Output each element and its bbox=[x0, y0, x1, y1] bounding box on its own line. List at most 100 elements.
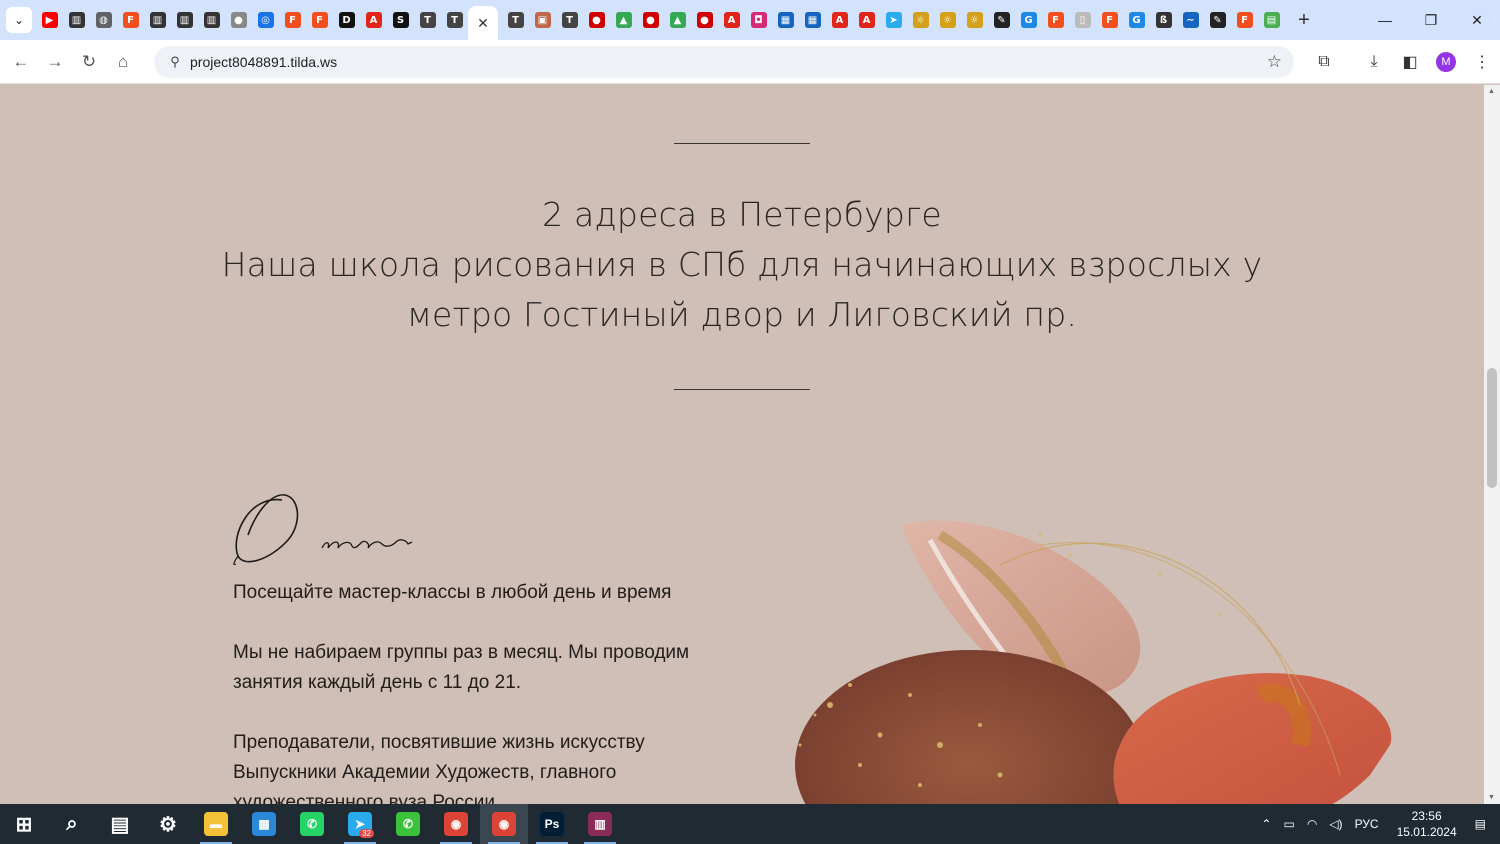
volume-icon[interactable]: ◁) bbox=[1323, 817, 1348, 831]
taskbar-app[interactable]: ▦ bbox=[240, 804, 288, 844]
download-icon[interactable]: ⤓ bbox=[1356, 44, 1392, 80]
browser-tab[interactable]: ✎ bbox=[1204, 4, 1231, 36]
taskbar-app[interactable]: ⚙ bbox=[144, 804, 192, 844]
address-bar[interactable]: ⚲ project8048891.tilda.ws ☆ bbox=[154, 46, 1294, 78]
taskbar-app[interactable]: ✆ bbox=[288, 804, 336, 844]
browser-tab[interactable]: ● bbox=[691, 4, 718, 36]
browser-tab[interactable]: A bbox=[718, 4, 745, 36]
about-paragraph-3: Преподаватели, посвятившие жизнь искусст… bbox=[233, 732, 645, 804]
menu-kebab-icon[interactable]: ⋮ bbox=[1464, 44, 1500, 80]
browser-tab[interactable]: ➤ bbox=[880, 4, 907, 36]
taskbar-app[interactable]: ➤ 32 bbox=[336, 804, 384, 844]
browser-tab[interactable]: S bbox=[387, 4, 414, 36]
language-indicator[interactable]: РУС bbox=[1349, 817, 1385, 831]
browser-tab[interactable]: ◎ bbox=[252, 4, 279, 36]
browser-tab[interactable]: T bbox=[502, 4, 529, 36]
profile-button[interactable]: M bbox=[1428, 44, 1464, 80]
browser-tab[interactable]: F bbox=[117, 4, 144, 36]
tray-overflow-icon[interactable]: ⌃ bbox=[1255, 817, 1277, 831]
browser-tab[interactable]: ▥ bbox=[198, 4, 225, 36]
taskbar-app[interactable]: ✆ bbox=[384, 804, 432, 844]
scroll-down-arrow[interactable]: ▼ bbox=[1488, 794, 1495, 801]
headline-line-1: 2 адреса в Петербурге bbox=[542, 195, 942, 234]
browser-tab[interactable]: T bbox=[441, 4, 468, 36]
active-tab[interactable]: ✕ bbox=[468, 6, 498, 40]
browser-tab[interactable]: ▣ bbox=[529, 4, 556, 36]
browser-tab[interactable]: ß bbox=[1150, 4, 1177, 36]
reload-button[interactable]: ↻ bbox=[72, 45, 106, 79]
tab-search-button[interactable]: ⌄ bbox=[6, 7, 32, 33]
back-button[interactable]: ← bbox=[4, 45, 38, 79]
browser-tab[interactable]: ✎ bbox=[988, 4, 1015, 36]
close-window-button[interactable]: ✕ bbox=[1454, 0, 1500, 40]
browser-tab[interactable]: ● bbox=[225, 4, 252, 36]
browser-tab[interactable]: T bbox=[414, 4, 441, 36]
window-controls: — ❐ ✕ bbox=[1362, 0, 1500, 40]
battery-icon[interactable]: ▭ bbox=[1278, 817, 1301, 831]
browser-tab[interactable]: ◍ bbox=[90, 4, 117, 36]
restore-button[interactable]: ❐ bbox=[1408, 0, 1454, 40]
site-info-icon[interactable]: ⚲ bbox=[160, 54, 190, 70]
bookmark-star-icon[interactable]: ☆ bbox=[1267, 52, 1282, 72]
browser-tab[interactable]: G bbox=[1015, 4, 1042, 36]
headline: 2 адреса в Петербурге Наша школа рисован… bbox=[180, 190, 1304, 340]
browser-tab[interactable]: ● bbox=[583, 4, 610, 36]
browser-tab[interactable]: ▲ bbox=[664, 4, 691, 36]
clock[interactable]: 23:56 15.01.2024 bbox=[1385, 808, 1469, 840]
browser-tab[interactable]: ☼ bbox=[907, 4, 934, 36]
browser-tab[interactable]: ▦ bbox=[799, 4, 826, 36]
scroll-thumb[interactable] bbox=[1487, 368, 1497, 488]
taskbar-app[interactable]: ⌕ bbox=[48, 804, 96, 844]
browser-tab[interactable]: ∼ bbox=[1177, 4, 1204, 36]
chevron-down-icon: ⌄ bbox=[13, 13, 25, 27]
browser-tab[interactable]: F bbox=[1042, 4, 1069, 36]
browser-tab[interactable]: ☼ bbox=[961, 4, 988, 36]
taskbar-app[interactable]: ◉ bbox=[432, 804, 480, 844]
browser-tab[interactable]: ▲ bbox=[610, 4, 637, 36]
taskbar-app[interactable]: ◉ bbox=[480, 804, 528, 844]
record-icon: ● bbox=[696, 12, 713, 28]
extensions-icon[interactable]: ⧉ bbox=[1306, 44, 1342, 80]
browser-tab[interactable]: ◘ bbox=[745, 4, 772, 36]
browser-tab[interactable]: F bbox=[1231, 4, 1258, 36]
browser-tab[interactable]: ▥ bbox=[63, 4, 90, 36]
taskbar-app[interactable]: ▤ bbox=[96, 804, 144, 844]
browser-tab[interactable]: ▯ bbox=[1069, 4, 1096, 36]
browser-tab[interactable]: A bbox=[853, 4, 880, 36]
figma-icon: F bbox=[311, 12, 328, 28]
browser-tab[interactable]: D bbox=[333, 4, 360, 36]
minimize-button[interactable]: — bbox=[1362, 0, 1408, 40]
wifi-icon[interactable]: ◠ bbox=[1301, 817, 1323, 831]
scroll-up-arrow[interactable]: ▲ bbox=[1488, 88, 1495, 95]
home-button[interactable]: ⌂ bbox=[106, 45, 140, 79]
browser-tab[interactable]: ▦ bbox=[772, 4, 799, 36]
taskbar-app[interactable]: ⊞ bbox=[0, 804, 48, 844]
browser-tab[interactable]: ● bbox=[637, 4, 664, 36]
taskbar-app[interactable]: ▬ bbox=[192, 804, 240, 844]
browser-tab[interactable]: T bbox=[556, 4, 583, 36]
browser-tab[interactable]: F bbox=[1096, 4, 1123, 36]
new-tab-button[interactable]: + bbox=[1291, 7, 1317, 33]
notifications-icon[interactable]: ▤ bbox=[1469, 817, 1500, 831]
close-icon[interactable]: ✕ bbox=[477, 15, 489, 32]
browser-tab[interactable]: ▤ bbox=[1258, 4, 1285, 36]
forward-button[interactable]: → bbox=[38, 45, 72, 79]
browser-tab[interactable]: ☼ bbox=[934, 4, 961, 36]
browser-tab[interactable]: ▥ bbox=[144, 4, 171, 36]
browser-tab[interactable]: ▶ bbox=[36, 4, 63, 36]
page-scrollbar[interactable]: ▲ ▼ bbox=[1484, 85, 1500, 804]
browser-tab[interactable]: A bbox=[360, 4, 387, 36]
g-icon: G bbox=[1020, 12, 1037, 28]
figma-icon: F bbox=[1236, 12, 1253, 28]
browser-tab[interactable]: ▥ bbox=[171, 4, 198, 36]
side-panel-icon[interactable]: ◧ bbox=[1392, 44, 1428, 80]
url-text[interactable]: project8048891.tilda.ws bbox=[190, 54, 337, 70]
browser-tab[interactable]: A bbox=[826, 4, 853, 36]
browser-tab[interactable]: F bbox=[279, 4, 306, 36]
taskbar-app[interactable]: Ps bbox=[528, 804, 576, 844]
browser-tab[interactable]: F bbox=[306, 4, 333, 36]
browser-tab[interactable]: G bbox=[1123, 4, 1150, 36]
winrar-icon: ▥ bbox=[588, 812, 612, 836]
watercolor-decoration bbox=[795, 520, 1392, 804]
taskbar-app[interactable]: ▥ bbox=[576, 804, 624, 844]
